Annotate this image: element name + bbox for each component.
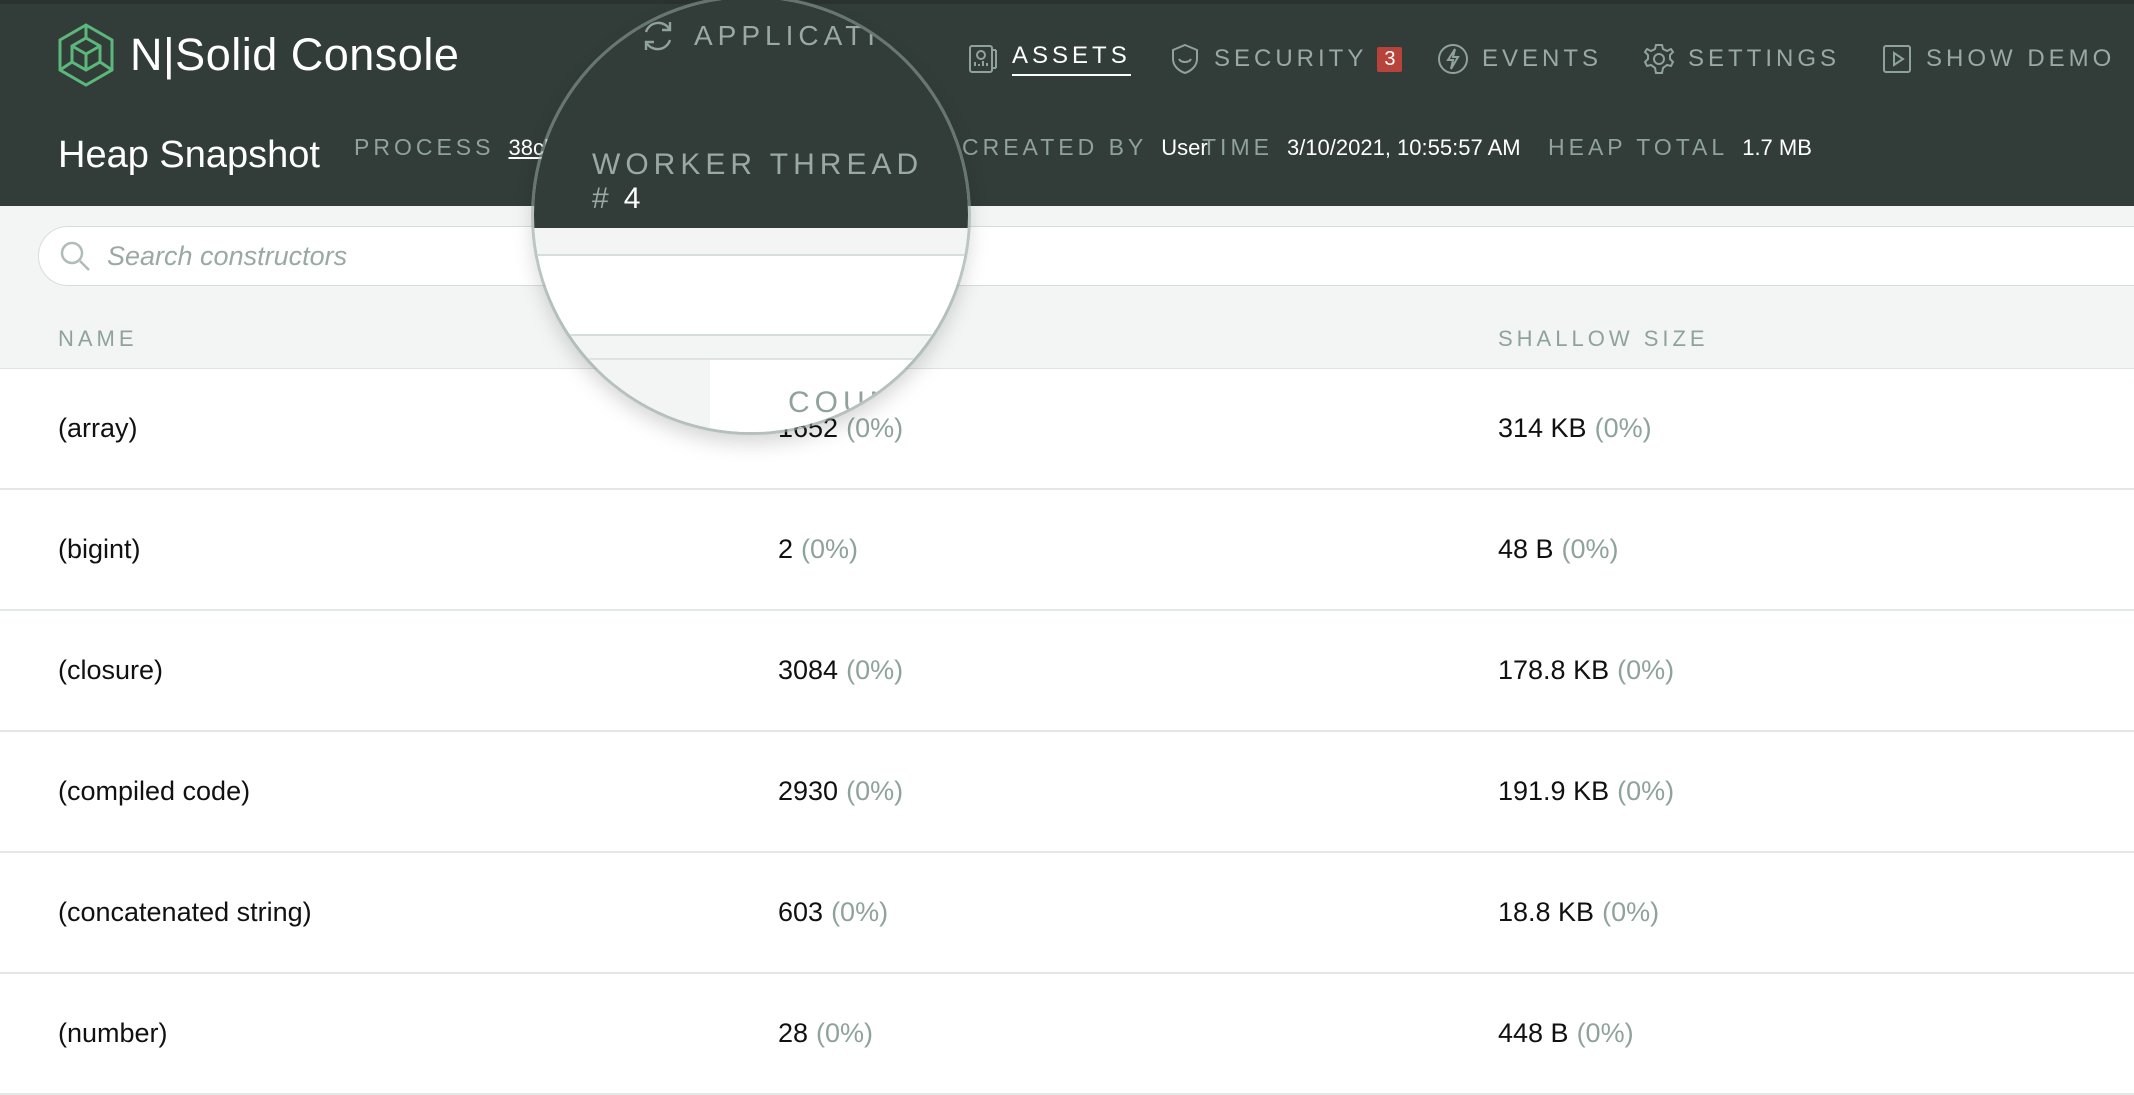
heap-total-label: HEAP TOTAL xyxy=(1548,134,1729,160)
nav-assets-label: ASSETS xyxy=(1012,42,1131,76)
created-label: CREATED BY xyxy=(962,134,1148,160)
nav-events-label: EVENTS xyxy=(1482,45,1603,72)
nav-show-demo-label: SHOW DEMO xyxy=(1926,45,2116,72)
nav-assets[interactable]: ASSETS xyxy=(966,34,1131,84)
nav-events[interactable]: EVENTS xyxy=(1436,34,1602,84)
nav-settings-label: SETTINGS xyxy=(1688,45,1841,72)
row-shallow-size: 191.9 KB (0%) xyxy=(1498,776,1675,806)
row-count: 603 (0%) xyxy=(778,897,889,927)
search-box[interactable] xyxy=(38,226,2134,286)
nav-security[interactable]: SECURITY 3 xyxy=(1168,34,1403,84)
page-title: Heap Snapshot xyxy=(58,134,320,176)
column-header-shallow-size[interactable]: SHALLOW SIZE xyxy=(1498,326,1709,352)
row-shallow-size: 178.8 KB (0%) xyxy=(1498,655,1675,685)
column-header-name[interactable]: NAME xyxy=(58,326,138,352)
row-shallow-size: 18.8 KB (0%) xyxy=(1498,897,1660,927)
table-body: (array) 1652(0%) 314 KB(0%) (bigint) 2(0… xyxy=(0,369,2134,1095)
row-name: (compiled code) xyxy=(58,776,251,806)
worker-thread-label: WORKER THREAD # xyxy=(592,148,924,215)
magnifier-lens: APPLICATIONS WORKER THREAD #4 COUNT xyxy=(534,0,968,432)
brand-name: N|Solid Console xyxy=(130,29,460,80)
nav-applications-label: APPLICATIONS xyxy=(694,20,956,51)
cube-logo-icon xyxy=(58,23,114,87)
shield-icon xyxy=(1172,43,1198,75)
search-input[interactable] xyxy=(105,239,1909,273)
row-shallow-size: 448 B (0%) xyxy=(1498,1018,1634,1048)
created-value: User xyxy=(1161,135,1208,160)
time-meta: TIME 3/10/2021, 10:55:57 AM xyxy=(1202,134,1521,161)
table-row[interactable]: (compiled code) 2930 (0%) 191.9 KB (0%) xyxy=(0,732,2134,853)
lens-search-box xyxy=(534,254,968,336)
table-row[interactable]: (concatenated string) 603 (0%) 18.8 KB (0%… xyxy=(0,853,2134,974)
top-bar: N|Solid Console ASSETS SECURITY 3 EVENTS… xyxy=(0,0,2134,206)
row-name: (bigint) xyxy=(58,534,141,564)
created-meta: CREATED BY User xyxy=(962,134,1208,161)
row-count: 28 (0%) xyxy=(778,1018,874,1048)
table-row[interactable]: (closure) 3084 (0%) 178.8 KB (0%) xyxy=(0,611,2134,732)
nav-show-demo[interactable]: SHOW DEMO xyxy=(1880,34,2115,84)
worker-thread-value: 4 xyxy=(623,182,641,215)
gear-icon xyxy=(1643,44,1675,74)
worker-thread-meta: WORKER THREAD #4 xyxy=(592,148,968,216)
row-shallow-size: 314 KB (0%) xyxy=(1498,413,1652,443)
row-name: (array) xyxy=(58,413,138,443)
play-icon xyxy=(1883,45,1911,73)
row-count: 3084 (0%) xyxy=(778,655,904,685)
row-name: (concatenated string) xyxy=(58,897,312,927)
nav-applications[interactable]: APPLICATIONS xyxy=(638,16,956,56)
refresh-icon xyxy=(644,21,672,51)
heap-total-meta: HEAP TOTAL 1.7 MB xyxy=(1548,134,1812,161)
row-count: 2930 (0%) xyxy=(778,776,904,806)
table-row[interactable]: (number) 28 (0%) 448 B (0%) xyxy=(0,974,2134,1095)
security-badge: 3 xyxy=(1377,46,1403,72)
search-icon xyxy=(60,241,90,271)
heap-total-value: 1.7 MB xyxy=(1742,135,1812,160)
table-header: NAME COUNT SHALLOW SIZE xyxy=(0,308,2134,369)
process-meta: PROCESS 38cb xyxy=(354,134,556,161)
row-name: (closure) xyxy=(58,655,164,685)
table-row[interactable]: (array) 1652(0%) 314 KB(0%) xyxy=(0,369,2134,490)
process-label: PROCESS xyxy=(354,134,495,160)
lens-column-header-count: COUNT xyxy=(788,386,920,419)
nav-settings[interactable]: SETTINGS xyxy=(1642,34,1840,84)
assets-icon xyxy=(969,45,997,73)
row-shallow-size: 48 B (0%) xyxy=(1498,534,1619,564)
time-value: 3/10/2021, 10:55:57 AM xyxy=(1286,135,1521,160)
row-count: 2 (0%) xyxy=(778,534,859,564)
search-band xyxy=(0,206,2134,309)
bolt-icon xyxy=(1438,44,1468,74)
time-label: TIME xyxy=(1202,134,1273,160)
nav-security-label: SECURITY xyxy=(1214,45,1368,72)
table-row[interactable]: (bigint) 2 (0%) 48 B (0%) xyxy=(0,490,2134,611)
row-name: (number) xyxy=(58,1018,168,1048)
brand[interactable]: N|Solid Console xyxy=(56,22,459,88)
